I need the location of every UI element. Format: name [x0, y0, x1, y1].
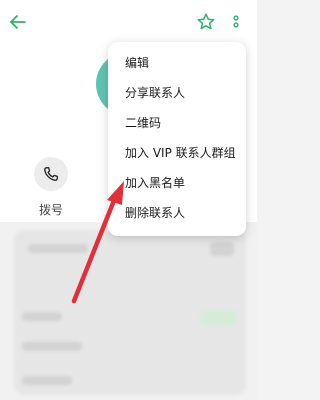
details-card [14, 230, 246, 395]
top-bar [0, 0, 257, 44]
detail-line [28, 244, 88, 253]
overflow-menu: 编辑 分享联系人 二维码 加入 VIP 联系人群组 加入黑名单 删除联系人 [108, 42, 246, 236]
star-icon[interactable] [196, 12, 216, 32]
detail-line [210, 242, 234, 256]
call-button[interactable] [34, 157, 68, 191]
detail-line [22, 342, 82, 351]
back-arrow-icon[interactable] [8, 12, 28, 32]
menu-item-add-vip-group[interactable]: 加入 VIP 联系人群组 [108, 138, 246, 168]
phone-icon [44, 166, 59, 181]
detail-line [22, 376, 72, 385]
menu-item-add-blacklist[interactable]: 加入黑名单 [108, 168, 246, 198]
call-label: 拨号 [38, 203, 63, 217]
menu-item-share-contact[interactable]: 分享联系人 [108, 78, 246, 108]
menu-item-qr-code[interactable]: 二维码 [108, 108, 246, 138]
menu-item-delete-contact[interactable]: 删除联系人 [108, 198, 246, 228]
more-vertical-icon[interactable] [230, 12, 242, 32]
contact-details [0, 222, 257, 400]
detail-line [22, 312, 62, 321]
menu-item-edit[interactable]: 编辑 [108, 48, 246, 78]
detail-line [200, 310, 236, 326]
